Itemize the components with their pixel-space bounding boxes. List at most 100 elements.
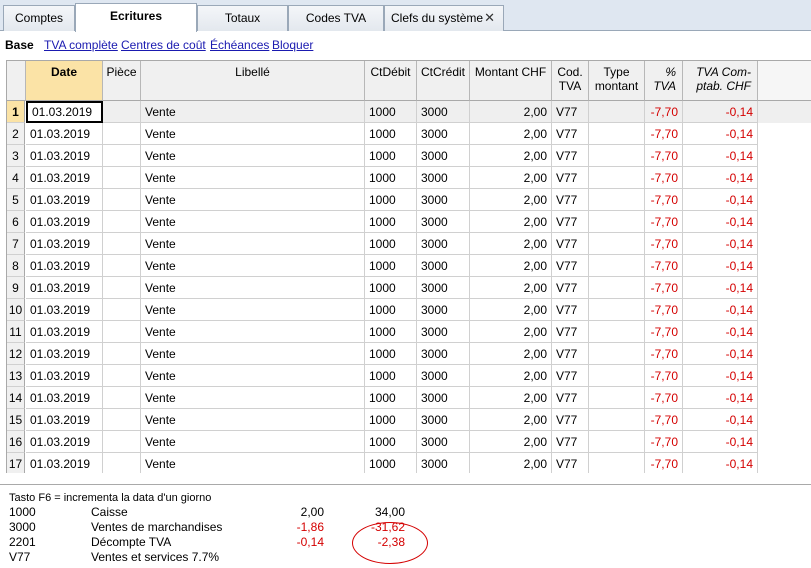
cell-piece[interactable] [103, 321, 141, 343]
cell-montant[interactable]: 2,00 [470, 255, 552, 277]
cell-date[interactable]: 01.03.2019 [26, 277, 103, 299]
cell-codtva[interactable]: V77 [552, 453, 589, 473]
cell-pcttva[interactable]: -7,70 [645, 145, 683, 167]
cell-libelle[interactable]: Vente [141, 145, 365, 167]
header-libelle[interactable]: Libellé [141, 61, 365, 101]
cell-type[interactable] [589, 211, 645, 233]
cell-libelle[interactable]: Vente [141, 277, 365, 299]
cell-pcttva[interactable]: -7,70 [645, 101, 683, 123]
cell-montant[interactable]: 2,00 [470, 409, 552, 431]
cell-type[interactable] [589, 101, 645, 123]
cell-piece[interactable] [103, 211, 141, 233]
cell-codtva[interactable]: V77 [552, 321, 589, 343]
cell-type[interactable] [589, 321, 645, 343]
cell-ctdebit[interactable]: 1000 [365, 453, 417, 473]
cell-codtva[interactable]: V77 [552, 167, 589, 189]
cell-libelle[interactable]: Vente [141, 343, 365, 365]
cell-date[interactable]: 01.03.2019 [26, 453, 103, 473]
header-ctcredit[interactable]: CtCrédit [417, 61, 470, 101]
cell-tvacomptab[interactable]: -0,14 [683, 343, 758, 365]
cell-pcttva[interactable]: -7,70 [645, 233, 683, 255]
cell-ctcredit[interactable]: 3000 [417, 387, 470, 409]
cell-piece[interactable] [103, 123, 141, 145]
cell-libelle[interactable]: Vente [141, 431, 365, 453]
cell-tvacomptab[interactable]: -0,14 [683, 101, 758, 123]
cell-montant[interactable]: 2,00 [470, 101, 552, 123]
cell-pcttva[interactable]: -7,70 [645, 365, 683, 387]
cell-codtva[interactable]: V77 [552, 101, 589, 123]
cell-libelle[interactable]: Vente [141, 189, 365, 211]
header-tva-comptab[interactable]: TVA Com- ptab. CHF [683, 61, 758, 101]
row-number[interactable]: 13 [7, 365, 25, 387]
row-number[interactable]: 14 [7, 387, 25, 409]
cell-ctcredit[interactable]: 3000 [417, 453, 470, 473]
cell-type[interactable] [589, 299, 645, 321]
cell-type[interactable] [589, 343, 645, 365]
cell-date[interactable]: 01.03.2019 [26, 321, 103, 343]
cell-type[interactable] [589, 409, 645, 431]
cell-ctdebit[interactable]: 1000 [365, 211, 417, 233]
row-number[interactable]: 9 [7, 277, 25, 299]
tab-clefs-du-systeme[interactable]: Clefs du système ✕ [384, 5, 504, 31]
cell-ctcredit[interactable]: 3000 [417, 189, 470, 211]
cell-date[interactable]: 01.03.2019 [26, 211, 103, 233]
cell-type[interactable] [589, 365, 645, 387]
cell-codtva[interactable]: V77 [552, 211, 589, 233]
cell-montant[interactable]: 2,00 [470, 321, 552, 343]
cell-pcttva[interactable]: -7,70 [645, 431, 683, 453]
cell-codtva[interactable]: V77 [552, 409, 589, 431]
cell-tvacomptab[interactable]: -0,14 [683, 299, 758, 321]
cell-codtva[interactable]: V77 [552, 431, 589, 453]
cell-montant[interactable]: 2,00 [470, 387, 552, 409]
cell-date[interactable]: 01.03.2019 [26, 189, 103, 211]
cell-libelle[interactable]: Vente [141, 365, 365, 387]
cell-ctdebit[interactable]: 1000 [365, 277, 417, 299]
cell-piece[interactable] [103, 453, 141, 473]
cell-piece[interactable] [103, 409, 141, 431]
cell-date[interactable]: 01.03.2019 [26, 343, 103, 365]
cell-ctdebit[interactable]: 1000 [365, 189, 417, 211]
cell-ctdebit[interactable]: 1000 [365, 233, 417, 255]
cell-piece[interactable] [103, 343, 141, 365]
tab-totaux[interactable]: Totaux [197, 5, 288, 31]
cell-piece[interactable] [103, 277, 141, 299]
cell-montant[interactable]: 2,00 [470, 167, 552, 189]
cell-ctcredit[interactable]: 3000 [417, 123, 470, 145]
cell-piece[interactable] [103, 365, 141, 387]
row-number[interactable]: 5 [7, 189, 25, 211]
cell-piece[interactable] [103, 387, 141, 409]
cell-tvacomptab[interactable]: -0,14 [683, 277, 758, 299]
cell-date[interactable]: 01.03.2019 [26, 255, 103, 277]
header-date[interactable]: Date [26, 61, 103, 101]
cell-piece[interactable] [103, 431, 141, 453]
row-number[interactable]: 10 [7, 299, 25, 321]
cell-pcttva[interactable]: -7,70 [645, 255, 683, 277]
cell-pcttva[interactable]: -7,70 [645, 123, 683, 145]
cell-pcttva[interactable]: -7,70 [645, 343, 683, 365]
cell-tvacomptab[interactable]: -0,14 [683, 255, 758, 277]
cell-tvacomptab[interactable]: -0,14 [683, 409, 758, 431]
cell-ctdebit[interactable]: 1000 [365, 365, 417, 387]
cell-ctdebit[interactable]: 1000 [365, 255, 417, 277]
cell-ctcredit[interactable]: 3000 [417, 233, 470, 255]
cell-piece[interactable] [103, 233, 141, 255]
cell-codtva[interactable]: V77 [552, 365, 589, 387]
cell-pcttva[interactable]: -7,70 [645, 277, 683, 299]
row-number[interactable]: 17 [7, 453, 25, 473]
cell-codtva[interactable]: V77 [552, 387, 589, 409]
header-pct-tva[interactable]: % TVA [645, 61, 683, 101]
tab-codes-tva[interactable]: Codes TVA [288, 5, 384, 31]
cell-codtva[interactable]: V77 [552, 299, 589, 321]
transactions-table[interactable]: Date Pièce Libellé CtDébit CtCrédit Mont… [6, 60, 811, 473]
cell-date[interactable]: 01.03.2019 [26, 145, 103, 167]
cell-libelle[interactable]: Vente [141, 101, 365, 123]
cell-ctdebit[interactable]: 1000 [365, 123, 417, 145]
cell-ctcredit[interactable]: 3000 [417, 409, 470, 431]
view-centres-de-cout[interactable]: Centres de coût [121, 38, 206, 52]
row-number[interactable]: 7 [7, 233, 25, 255]
cell-montant[interactable]: 2,00 [470, 431, 552, 453]
row-number[interactable]: 12 [7, 343, 25, 365]
cell-libelle[interactable]: Vente [141, 321, 365, 343]
cell-libelle[interactable]: Vente [141, 453, 365, 473]
cell-tvacomptab[interactable]: -0,14 [683, 321, 758, 343]
